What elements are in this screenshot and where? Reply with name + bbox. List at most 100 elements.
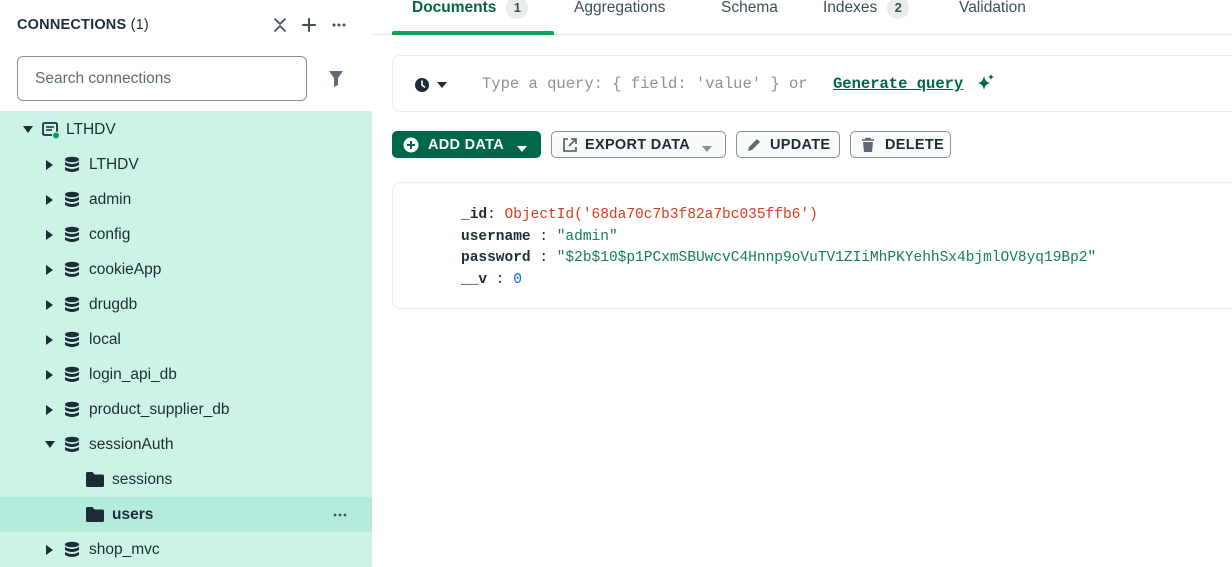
- generate-query-link[interactable]: Generate query: [833, 75, 963, 93]
- add-connection-icon[interactable]: [298, 14, 320, 36]
- search-connections-field[interactable]: [17, 56, 307, 101]
- collection-label: users: [112, 505, 154, 523]
- database-label: config: [89, 225, 131, 243]
- collection-more-icon[interactable]: [330, 505, 350, 525]
- database-label: sessionAuth: [89, 435, 174, 453]
- caret-right-icon[interactable]: [45, 404, 55, 415]
- caret-down-icon: [702, 141, 712, 152]
- tree-item-db-login-api-db[interactable]: login_api_db: [0, 357, 372, 392]
- tab-aggregations[interactable]: Aggregations: [574, 0, 665, 35]
- database-icon: [63, 191, 81, 209]
- database-icon: [63, 296, 81, 314]
- document-field-v: __v : 0: [461, 272, 522, 288]
- database-label: LTHDV: [89, 155, 139, 173]
- update-label: UPDATE: [770, 137, 831, 153]
- field-value: "admin": [556, 229, 618, 245]
- connections-title-label: CONNECTIONS: [17, 17, 127, 33]
- caret-right-icon[interactable]: [45, 264, 55, 275]
- query-history-button[interactable]: [414, 76, 450, 94]
- tab-documents[interactable]: Documents 1: [412, 0, 529, 35]
- update-button[interactable]: UPDATE: [736, 131, 840, 158]
- caret-right-icon[interactable]: [45, 544, 55, 555]
- tab-indexes[interactable]: Indexes 2: [823, 0, 910, 35]
- plus-circle-icon: [403, 137, 419, 153]
- document-field-password: password : "$2b$10$p1PCxmSBUwcvC4Hnnp9oV…: [461, 250, 1097, 266]
- tab-indexes-badge: 2: [887, 0, 910, 19]
- tree-item-db-product-supplier-db[interactable]: product_supplier_db: [0, 392, 372, 427]
- caret-down-icon[interactable]: [45, 440, 55, 450]
- caret-right-icon[interactable]: [45, 159, 55, 170]
- database-label: local: [89, 330, 121, 348]
- tree-item-db-sessionauth[interactable]: sessionAuth: [0, 427, 372, 462]
- field-key: __v: [461, 272, 488, 288]
- collapse-all-icon[interactable]: [269, 14, 291, 36]
- field-value: "$2b$10$p1PCxmSBUwcvC4Hnnp9oVuTV1ZIiMhPK…: [556, 250, 1097, 266]
- tree-item-collection-users[interactable]: users: [0, 497, 372, 532]
- document-field-username: username : "admin": [461, 229, 618, 245]
- tab-schema[interactable]: Schema: [721, 0, 778, 35]
- export-data-button[interactable]: EXPORT DATA: [551, 131, 726, 158]
- database-icon: [63, 401, 81, 419]
- caret-right-icon[interactable]: [45, 299, 55, 310]
- tab-indexes-label: Indexes: [823, 0, 878, 16]
- tree-item-db-cookieapp[interactable]: cookieApp: [0, 252, 372, 287]
- database-label: cookieApp: [89, 260, 162, 278]
- add-data-label: ADD DATA: [428, 137, 504, 153]
- query-bar[interactable]: Type a query: { field: 'value' } or Gene…: [392, 55, 1232, 112]
- sidebar: CONNECTIONS (1) LTHDV: [0, 0, 372, 567]
- collection-tabs: Documents 1 Aggregations Schema Indexes …: [372, 0, 1232, 35]
- tree-item-db-admin[interactable]: admin: [0, 182, 372, 217]
- database-icon: [63, 436, 81, 454]
- add-data-button[interactable]: ADD DATA: [392, 131, 541, 158]
- database-label: login_api_db: [89, 365, 177, 383]
- field-key: username: [461, 229, 531, 245]
- field-key: _id: [461, 207, 488, 223]
- caret-down-icon: [517, 141, 527, 152]
- caret-right-icon[interactable]: [45, 334, 55, 345]
- pencil-icon: [746, 137, 762, 153]
- field-value: 0: [513, 272, 522, 288]
- sidebar-header: CONNECTIONS (1): [0, 0, 372, 110]
- tab-validation[interactable]: Validation: [959, 0, 1026, 35]
- tree-item-db-drugdb[interactable]: drugdb: [0, 287, 372, 322]
- caret-right-icon[interactable]: [45, 229, 55, 240]
- tree-item-connection[interactable]: LTHDV: [0, 112, 372, 147]
- tree-item-db-shop-mvc[interactable]: shop_mvc: [0, 532, 372, 567]
- trash-icon: [860, 137, 876, 153]
- tree-item-db-local[interactable]: local: [0, 322, 372, 357]
- caret-down-icon[interactable]: [23, 125, 33, 135]
- database-label: shop_mvc: [89, 540, 160, 558]
- filter-icon[interactable]: [325, 68, 347, 90]
- caret-right-icon[interactable]: [45, 369, 55, 380]
- connection-icon: [42, 121, 60, 139]
- query-input[interactable]: Type a query: { field: 'value' } or: [482, 75, 808, 93]
- caret-right-icon[interactable]: [45, 194, 55, 205]
- more-options-icon[interactable]: [328, 14, 350, 36]
- main-panel: Documents 1 Aggregations Schema Indexes …: [372, 0, 1232, 567]
- connection-label: LTHDV: [66, 120, 116, 138]
- database-icon: [63, 226, 81, 244]
- tab-validation-label: Validation: [959, 0, 1026, 16]
- database-icon: [63, 366, 81, 384]
- database-label: drugdb: [89, 295, 138, 313]
- connection-tree: LTHDV LTHDV admin config cookieApp drugd…: [0, 111, 372, 567]
- tree-item-db-config[interactable]: config: [0, 217, 372, 252]
- database-label: admin: [89, 190, 132, 208]
- connections-count: (1): [130, 17, 149, 33]
- folder-icon: [86, 471, 104, 489]
- document-card[interactable]: _id: ObjectId('68da70c7b3f82a7bc035ffb6'…: [392, 182, 1232, 309]
- tab-aggregations-label: Aggregations: [574, 0, 666, 16]
- connections-title: CONNECTIONS (1): [17, 17, 149, 33]
- field-key: password: [461, 250, 531, 266]
- active-tab-indicator: [392, 31, 554, 35]
- tree-item-db-lthdv[interactable]: LTHDV: [0, 147, 372, 182]
- sparkle-icon: [976, 73, 996, 93]
- database-icon: [63, 541, 81, 559]
- tab-documents-badge: 1: [506, 0, 529, 19]
- delete-label: DELETE: [885, 137, 944, 153]
- tab-documents-label: Documents: [412, 0, 497, 16]
- database-icon: [63, 331, 81, 349]
- search-connections-input[interactable]: [18, 57, 306, 100]
- tree-item-collection-sessions[interactable]: sessions: [0, 462, 372, 497]
- delete-button[interactable]: DELETE: [850, 131, 951, 158]
